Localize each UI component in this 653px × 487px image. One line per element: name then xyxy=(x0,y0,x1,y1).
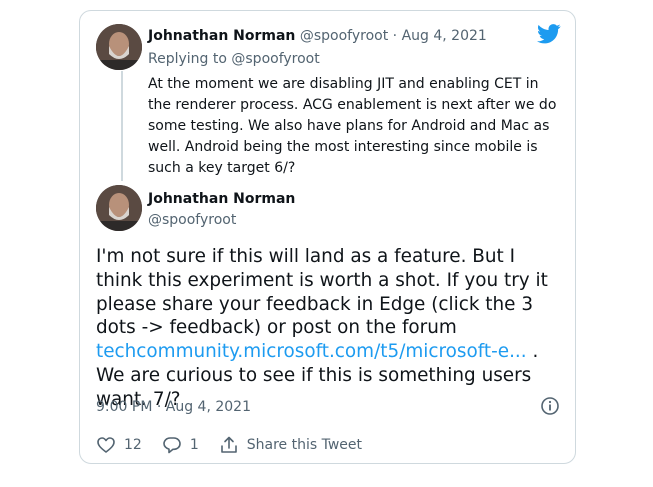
share-label: Share this Tweet xyxy=(246,437,362,453)
reply-tweet-header: Johnathan Norman @spoofyroot · Aug 4, 20… xyxy=(148,28,487,44)
share-button[interactable]: Share this Tweet xyxy=(219,435,362,455)
tweet-date[interactable]: Aug 4, 2021 xyxy=(402,28,487,44)
avatar[interactable] xyxy=(96,24,142,70)
like-button[interactable]: 12 xyxy=(96,435,142,455)
tweet-actions: 12 1 Share this Tweet xyxy=(96,435,382,455)
replying-to-handle[interactable]: @spoofyroot xyxy=(231,51,319,67)
like-count: 12 xyxy=(124,437,142,453)
share-icon xyxy=(220,436,237,453)
replying-to: Replying to @spoofyroot xyxy=(148,51,320,67)
reply-count: 1 xyxy=(189,437,199,453)
tweet-link[interactable]: techcommunity.microsoft.com/t5/microsoft… xyxy=(96,341,527,362)
replying-to-label: Replying to xyxy=(148,51,227,67)
author-name[interactable]: Johnathan Norman xyxy=(148,28,295,44)
twitter-bird-icon[interactable] xyxy=(537,24,561,44)
thread-connector xyxy=(121,71,123,181)
author-handle[interactable]: @spoofyroot xyxy=(300,28,388,44)
heart-icon xyxy=(97,437,115,453)
info-icon[interactable] xyxy=(540,396,560,416)
reply-tweet-text: At the moment we are disabling JIT and e… xyxy=(148,76,557,176)
tweet-timestamp[interactable]: 9:00 PM · Aug 4, 2021 xyxy=(96,399,251,415)
author-name[interactable]: Johnathan Norman xyxy=(148,191,295,207)
author-handle[interactable]: @spoofyroot xyxy=(148,212,236,228)
avatar[interactable] xyxy=(96,185,142,231)
tweet-text-part: I'm not sure if this will land as a feat… xyxy=(96,246,548,339)
separator-dot: · xyxy=(392,28,398,44)
reply-icon xyxy=(163,437,181,454)
reply-button[interactable]: 1 xyxy=(162,435,199,455)
main-tweet-text: I'm not sure if this will land as a feat… xyxy=(96,245,566,412)
tweet-card: Johnathan Norman @spoofyroot · Aug 4, 20… xyxy=(79,10,576,464)
